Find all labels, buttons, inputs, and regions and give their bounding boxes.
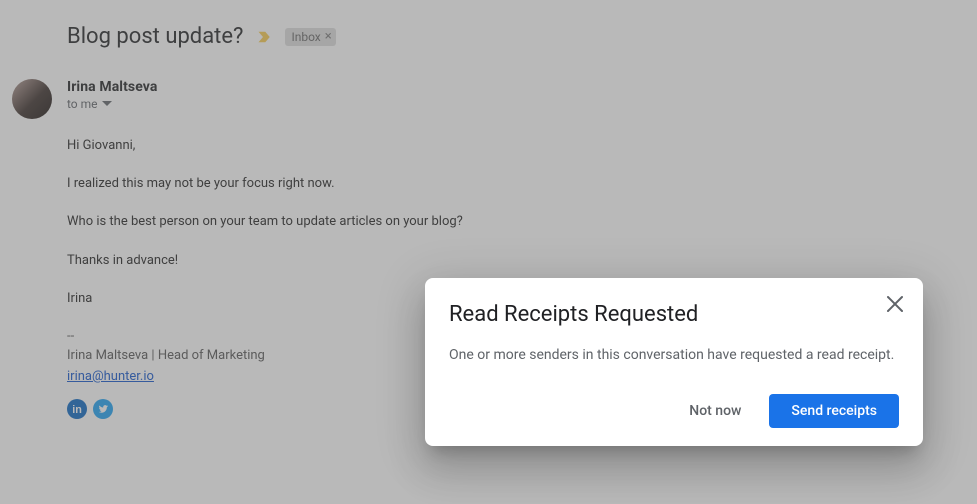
send-receipts-button[interactable]: Send receipts [769,394,899,428]
read-receipts-dialog: Read Receipts Requested One or more send… [425,278,923,446]
close-icon [886,295,904,313]
not-now-button[interactable]: Not now [679,394,751,428]
dialog-body-text: One or more senders in this conversation… [449,345,899,366]
dialog-actions: Not now Send receipts [449,394,899,428]
dialog-title: Read Receipts Requested [449,302,899,327]
close-button[interactable] [883,292,907,316]
